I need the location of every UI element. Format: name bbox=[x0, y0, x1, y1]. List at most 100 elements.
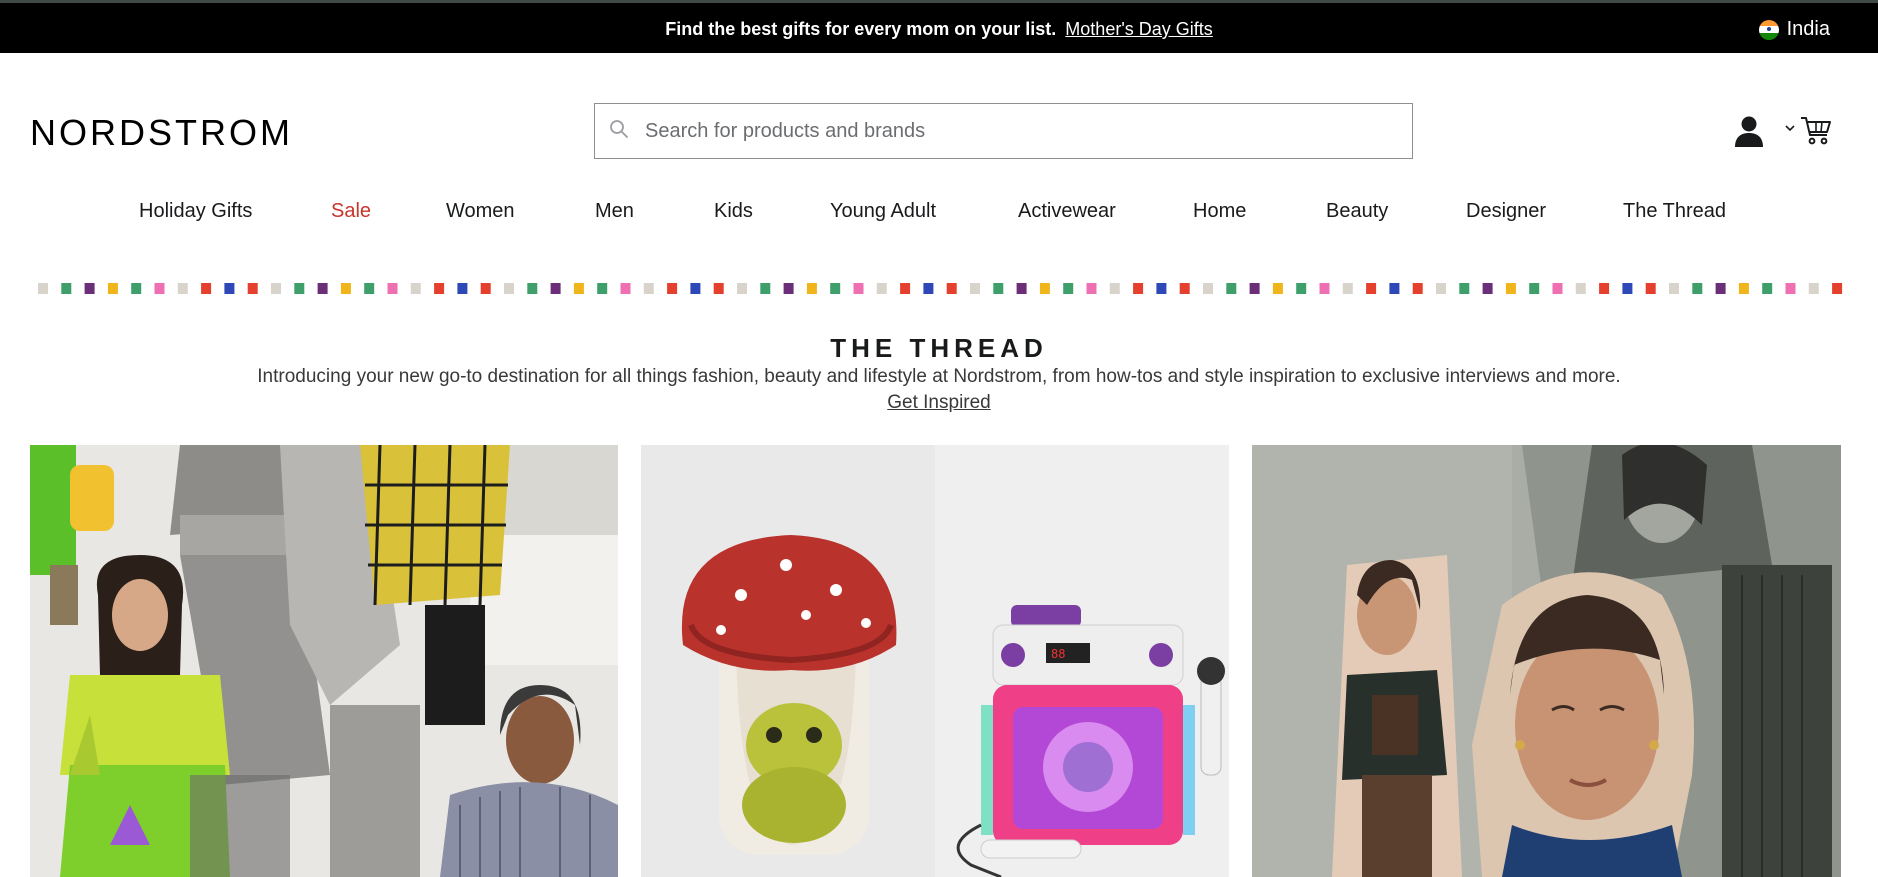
nav-item-the-thread[interactable]: The Thread bbox=[1623, 200, 1726, 223]
confetti-square bbox=[177, 283, 188, 294]
confetti-square bbox=[900, 283, 911, 294]
confetti-square bbox=[1669, 283, 1679, 294]
confetti-square bbox=[1785, 283, 1796, 294]
search-input[interactable] bbox=[645, 119, 1385, 143]
confetti-square bbox=[387, 283, 398, 294]
confetti-square bbox=[1412, 283, 1423, 294]
nav-item-activewear[interactable]: Activewear bbox=[1018, 200, 1116, 223]
confetti-square bbox=[970, 283, 980, 294]
main-nav: Holiday Gifts Sale Women Men Kids Young … bbox=[0, 200, 1878, 230]
editorial-tile-street-style[interactable] bbox=[30, 445, 618, 877]
confetti-square bbox=[597, 283, 608, 294]
confetti-square bbox=[876, 283, 887, 294]
confetti-square bbox=[1622, 283, 1633, 294]
confetti-square bbox=[1366, 283, 1377, 294]
confetti-square bbox=[1319, 283, 1330, 294]
confetti-square bbox=[1645, 283, 1656, 294]
confetti-square bbox=[457, 283, 468, 294]
search-bar[interactable] bbox=[594, 103, 1413, 159]
confetti-square bbox=[550, 283, 561, 294]
confetti-square bbox=[690, 283, 701, 294]
confetti-square bbox=[154, 283, 165, 294]
confetti-square bbox=[620, 283, 631, 294]
promo-banner: Find the best gifts for every mom on you… bbox=[0, 0, 1878, 53]
confetti-square bbox=[294, 283, 305, 294]
confetti-square bbox=[480, 283, 491, 294]
confetti-square bbox=[830, 283, 841, 294]
confetti-square bbox=[1599, 283, 1610, 294]
confetti-square bbox=[713, 283, 724, 294]
confetti-square bbox=[247, 283, 258, 294]
nav-item-designer[interactable]: Designer bbox=[1466, 200, 1546, 223]
confetti-square bbox=[783, 283, 794, 294]
nav-item-home[interactable]: Home bbox=[1193, 200, 1246, 223]
gifts-image: 88 bbox=[641, 445, 1229, 877]
nordstrom-logo[interactable]: NORDSTROM bbox=[30, 112, 293, 154]
confetti-square bbox=[1832, 283, 1843, 294]
confetti-square bbox=[1272, 283, 1283, 294]
confetti-square bbox=[946, 283, 957, 294]
promo-text: Find the best gifts for every mom on you… bbox=[665, 19, 1057, 39]
nav-item-sale[interactable]: Sale bbox=[331, 200, 371, 223]
india-flag-icon bbox=[1758, 19, 1779, 40]
confetti-divider bbox=[38, 283, 1843, 294]
nav-item-young-adult[interactable]: Young Adult bbox=[830, 200, 936, 223]
confetti-square bbox=[1203, 283, 1213, 294]
confetti-square bbox=[61, 283, 72, 294]
confetti-square bbox=[1692, 283, 1703, 294]
cart-icon[interactable] bbox=[1800, 114, 1832, 146]
confetti-square bbox=[527, 283, 538, 294]
nav-item-holiday-gifts[interactable]: Holiday Gifts bbox=[139, 200, 252, 223]
confetti-square bbox=[1808, 283, 1819, 294]
nav-item-men[interactable]: Men bbox=[595, 200, 634, 223]
editorial-tile-gifts[interactable]: 88 bbox=[641, 445, 1229, 877]
chevron-down-icon[interactable] bbox=[1784, 122, 1796, 134]
country-label: India bbox=[1786, 18, 1830, 40]
confetti-square bbox=[271, 283, 281, 294]
confetti-square bbox=[504, 283, 514, 294]
confetti-square bbox=[340, 283, 351, 294]
section-title: THE THREAD bbox=[830, 333, 1048, 363]
confetti-square bbox=[1249, 283, 1260, 294]
confetti-square bbox=[1086, 283, 1097, 294]
confetti-square bbox=[131, 283, 142, 294]
account-icon[interactable] bbox=[1732, 114, 1766, 148]
confetti-square bbox=[667, 283, 678, 294]
street-style-image bbox=[30, 445, 618, 877]
nav-item-women[interactable]: Women bbox=[446, 200, 515, 223]
confetti-square bbox=[1342, 283, 1353, 294]
confetti-square bbox=[1296, 283, 1307, 294]
confetti-square bbox=[1715, 283, 1726, 294]
confetti-square bbox=[1156, 283, 1167, 294]
confetti-square bbox=[364, 283, 375, 294]
confetti-square bbox=[1226, 283, 1237, 294]
confetti-square bbox=[1063, 283, 1074, 294]
confetti-square bbox=[38, 283, 48, 294]
confetti-square bbox=[853, 283, 864, 294]
get-inspired-link[interactable]: Get Inspired bbox=[887, 392, 991, 413]
search-icon bbox=[610, 120, 628, 138]
confetti-square bbox=[410, 283, 421, 294]
confetti-square bbox=[1529, 283, 1540, 294]
confetti-square bbox=[1133, 283, 1144, 294]
confetti-square bbox=[201, 283, 212, 294]
confetti-square bbox=[107, 283, 118, 294]
confetti-square bbox=[643, 283, 654, 294]
confetti-square bbox=[1389, 283, 1400, 294]
nav-item-beauty[interactable]: Beauty bbox=[1326, 200, 1388, 223]
nav-item-kids[interactable]: Kids bbox=[714, 200, 753, 223]
confetti-square bbox=[1459, 283, 1470, 294]
confetti-square bbox=[737, 283, 747, 294]
confetti-square bbox=[1436, 283, 1446, 294]
confetti-square bbox=[1482, 283, 1493, 294]
section-description: Introducing your new go-to destination f… bbox=[257, 366, 1621, 387]
confetti-square bbox=[224, 283, 235, 294]
editorial-tile-fashion[interactable] bbox=[1252, 445, 1841, 877]
confetti-square bbox=[1016, 283, 1027, 294]
svg-text:88: 88 bbox=[1051, 647, 1065, 661]
mothers-day-gifts-link[interactable]: Mother's Day Gifts bbox=[1065, 19, 1212, 39]
country-selector[interactable]: India bbox=[1758, 18, 1830, 41]
fashion-image bbox=[1252, 445, 1841, 877]
confetti-square bbox=[1039, 283, 1050, 294]
confetti-square bbox=[434, 283, 445, 294]
